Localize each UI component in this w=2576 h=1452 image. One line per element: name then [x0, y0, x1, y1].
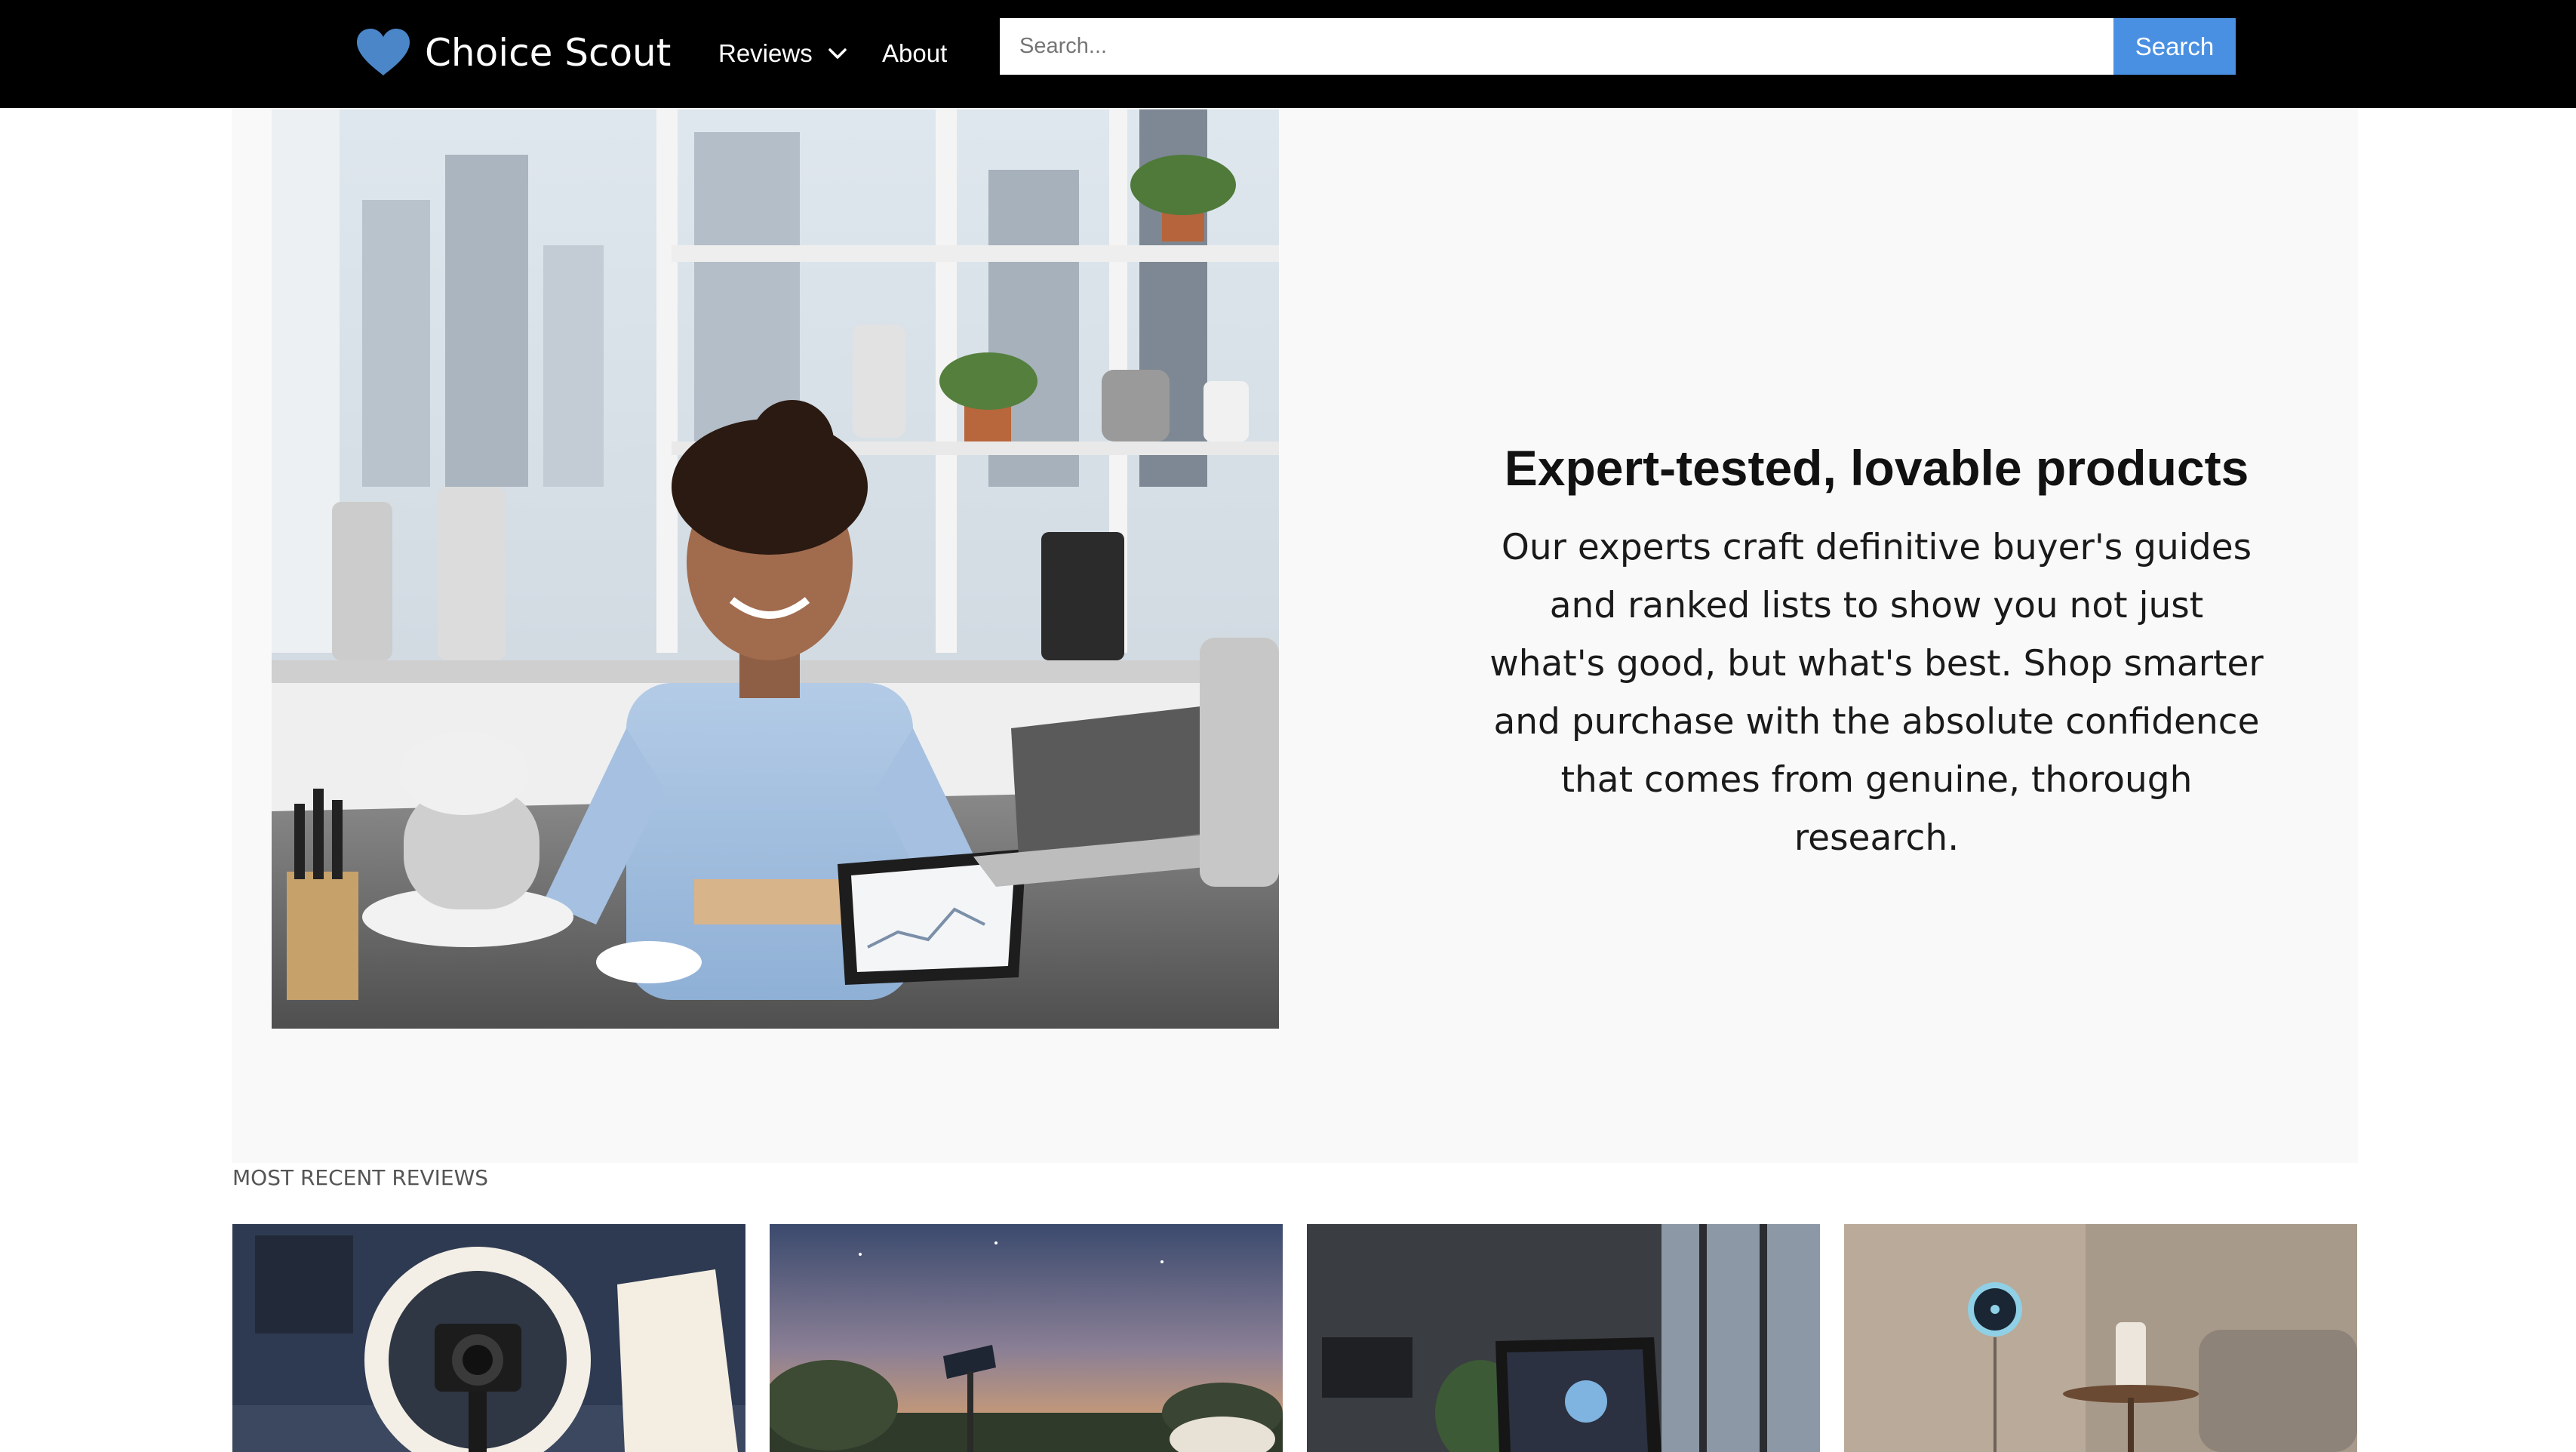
recent-reviews-heading: MOST RECENT REVIEWS [232, 1165, 489, 1190]
review-card[interactable] [1844, 1224, 2357, 1452]
review-card-image [770, 1224, 1283, 1452]
review-card-image [1844, 1224, 2357, 1452]
search-button[interactable]: Search [2113, 18, 2236, 75]
heart-icon[interactable] [355, 27, 411, 77]
review-card[interactable] [770, 1224, 1283, 1452]
search-input[interactable] [1000, 18, 2113, 75]
hero-description: Our experts craft definitive buyer's gui… [1489, 527, 2264, 859]
review-card-image [1307, 1224, 1820, 1452]
nav-about-link[interactable]: About [882, 36, 947, 71]
review-card-image [232, 1224, 745, 1452]
top-navigation-bar: Choice Scout Reviews About Search [0, 0, 2576, 108]
review-card[interactable] [1307, 1224, 1820, 1452]
nav-reviews-label: Reviews [718, 39, 813, 67]
hero-copy: Expert-tested, lovable products Our expe… [1488, 434, 2265, 867]
hero-section: Expert-tested, lovable products Our expe… [232, 108, 2358, 1163]
chevron-down-icon [828, 48, 847, 59]
hero-image [272, 109, 1279, 1029]
brand-name[interactable]: Choice Scout [425, 27, 671, 78]
nav-reviews-menu[interactable]: Reviews [718, 36, 847, 71]
hero-title: Expert-tested, lovable products [1504, 440, 2249, 496]
review-card[interactable] [232, 1224, 745, 1452]
